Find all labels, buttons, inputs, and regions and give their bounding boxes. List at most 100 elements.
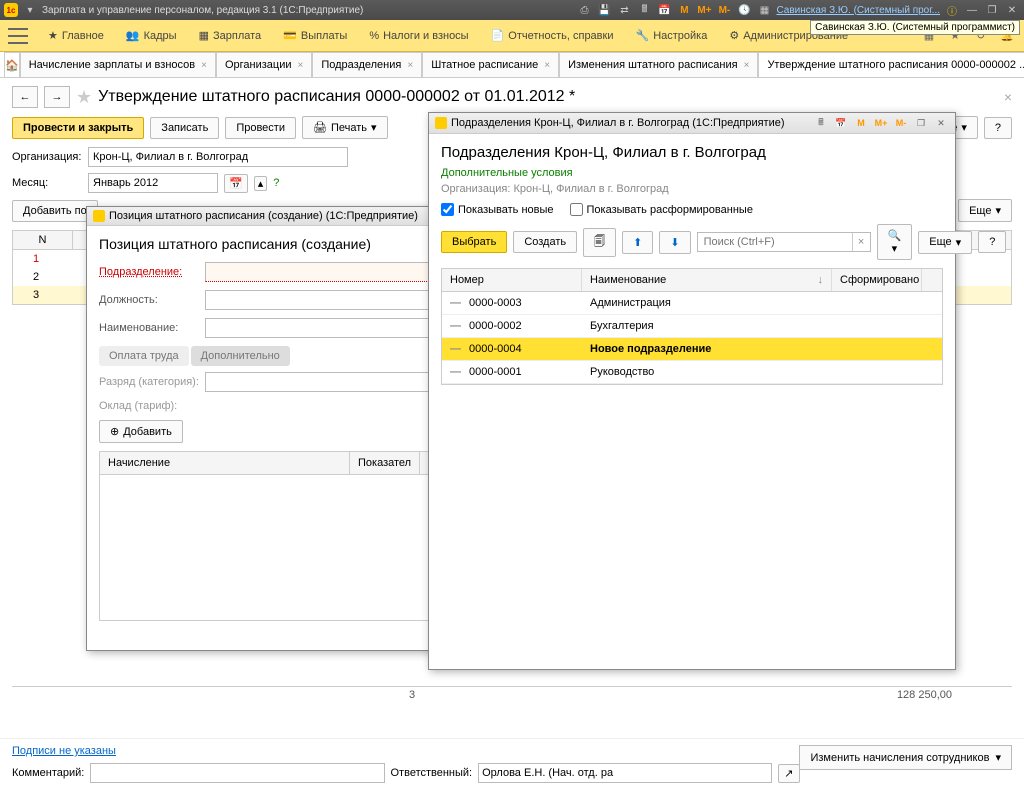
col-name[interactable]: Наименование ↓ <box>582 269 832 291</box>
select-button[interactable]: Выбрать <box>441 231 507 253</box>
menu-zarplata[interactable]: ▦ Зарплата <box>189 25 272 46</box>
rank-label: Разряд (категория): <box>99 376 199 388</box>
modal-close-icon[interactable]: ✕ <box>933 116 949 130</box>
chk-dis-box[interactable] <box>570 203 583 216</box>
tab-5[interactable]: Утверждение штатного расписания 0000-000… <box>758 52 1024 77</box>
search-input[interactable] <box>698 233 852 251</box>
burger-icon[interactable] <box>8 28 28 44</box>
comment-input[interactable] <box>90 763 384 783</box>
comment-label: Комментарий: <box>12 767 84 779</box>
org-input[interactable] <box>88 147 348 167</box>
modal-max-icon[interactable]: ❐ <box>913 116 929 130</box>
tab-3[interactable]: Штатное расписание× <box>422 52 559 77</box>
tab-1[interactable]: Организации× <box>216 52 312 77</box>
help-button[interactable]: ? <box>984 117 1012 139</box>
tab-close-icon[interactable]: × <box>544 60 550 71</box>
tab-close-icon[interactable]: × <box>201 60 207 71</box>
info-icon[interactable]: ⓘ <box>944 2 960 18</box>
tab-4[interactable]: Изменения штатного расписания× <box>559 52 758 77</box>
up-icon[interactable]: ⬆ <box>622 231 653 254</box>
m2p-icon[interactable]: M+ <box>873 116 889 130</box>
chk-new-box[interactable] <box>441 203 454 216</box>
table-row[interactable]: — 0000-0002Бухгалтерия <box>442 315 942 338</box>
chk-new[interactable]: Показывать новые <box>441 203 554 216</box>
tab-close-icon[interactable]: × <box>298 60 304 71</box>
help-link[interactable]: ? <box>273 177 279 189</box>
tab-additional[interactable]: Дополнительно <box>191 346 290 366</box>
user-link[interactable]: Савинская З.Ю. (Системный прог... <box>776 5 940 16</box>
nav-fwd[interactable]: → <box>44 86 70 108</box>
minimize-icon[interactable]: — <box>964 2 980 18</box>
save-icon[interactable]: 💾 <box>596 2 612 18</box>
tab-0[interactable]: Начисление зарплаты и взносов× <box>20 52 216 77</box>
departments-modal: Подразделения Крон-Ц, Филиал в г. Волгог… <box>428 112 956 670</box>
clock-icon[interactable]: 🕓 <box>736 2 752 18</box>
search-button[interactable]: 🔍▾ <box>877 224 913 260</box>
close-icon[interactable]: ✕ <box>1004 2 1020 18</box>
more2-button[interactable]: Еще ▾ <box>958 199 1012 222</box>
refresh-icon[interactable]: 🗐 <box>583 228 616 257</box>
calc2-icon[interactable]: 🖩 <box>813 116 829 130</box>
menu-vyplaty[interactable]: 💳 Выплаты <box>273 25 357 46</box>
table-row[interactable]: — 0000-0004Новое подразделение <box>442 338 942 361</box>
change-accruals-button[interactable]: Изменить начисления сотрудников ▾ <box>799 745 1012 770</box>
print-button[interactable]: 🖨 Печать ▾ <box>302 116 388 139</box>
m-plus-icon[interactable]: M+ <box>696 2 712 18</box>
dept-label: Подразделение: <box>99 266 199 278</box>
calc-icon[interactable]: 🖩 <box>636 2 652 18</box>
maximize-icon[interactable]: ❐ <box>984 2 1000 18</box>
col-formed[interactable]: Сформировано <box>832 269 922 291</box>
post-button[interactable]: Провести <box>225 117 296 139</box>
sign-link[interactable]: Подписи не указаны <box>12 745 116 757</box>
add-position-button[interactable]: Добавить по <box>12 200 98 222</box>
search-clear-icon[interactable]: × <box>852 233 870 251</box>
down-icon[interactable]: ⬇ <box>659 231 690 254</box>
menu-main[interactable]: ★ Главное <box>38 25 114 46</box>
tab-close-icon[interactable]: × <box>744 60 750 71</box>
resp-open-icon[interactable]: ↗ <box>778 764 799 783</box>
modal-logo-icon <box>93 210 105 222</box>
dropdown-icon[interactable]: ▾ <box>22 2 38 18</box>
calendar-button[interactable]: 📅 <box>224 174 248 193</box>
menu-nalogi[interactable]: % Налоги и взносы <box>359 26 478 46</box>
more3-button[interactable]: Еще ▾ <box>918 231 972 254</box>
table-row[interactable]: — 0000-0003Администрация <box>442 292 942 315</box>
month-input[interactable] <box>88 173 218 193</box>
app-title: Зарплата и управление персоналом, редакц… <box>42 5 363 16</box>
chk-dis[interactable]: Показывать расформированные <box>570 203 753 216</box>
print-icon[interactable]: ⎙ <box>576 2 592 18</box>
post-close-button[interactable]: Провести и закрыть <box>12 117 144 139</box>
cal2-icon[interactable]: 📅 <box>833 116 849 130</box>
salary-label: Оклад (тариф): <box>99 400 199 412</box>
m2-icon[interactable]: M <box>853 116 869 130</box>
name-label: Наименование: <box>99 322 199 334</box>
menu-nastroika[interactable]: 🔧 Настройка <box>625 25 717 46</box>
fav-star-icon[interactable]: ★ <box>76 87 92 108</box>
folder-icon: — <box>450 366 461 378</box>
compare-icon[interactable]: ⇄ <box>616 2 632 18</box>
page-close-icon[interactable]: × <box>1004 89 1012 105</box>
tab-close-icon[interactable]: × <box>407 60 413 71</box>
menu-kadry[interactable]: 👥 Кадры <box>116 25 187 46</box>
create-button[interactable]: Создать <box>513 231 577 253</box>
m-minus-icon[interactable]: M- <box>716 2 732 18</box>
m-icon[interactable]: M <box>676 2 692 18</box>
m2m-icon[interactable]: M- <box>893 116 909 130</box>
tab-home[interactable]: 🏠 <box>4 52 20 77</box>
nav-back[interactable]: ← <box>12 86 38 108</box>
help2-button[interactable]: ? <box>978 231 1006 253</box>
modal1-wtitle: Позиция штатного расписания (создание) (… <box>109 210 418 222</box>
conditions-link[interactable]: Дополнительные условия <box>441 167 943 179</box>
resp-input[interactable] <box>478 763 772 783</box>
menu-otchet[interactable]: 📄 Отчетность, справки <box>481 25 624 46</box>
modal-logo-icon <box>435 117 447 129</box>
calendar-icon[interactable]: 📅 <box>656 2 672 18</box>
table-row[interactable]: — 0000-0001Руководство <box>442 361 942 384</box>
tab-2[interactable]: Подразделения× <box>312 52 422 77</box>
month-up[interactable]: ▴ <box>254 176 268 191</box>
col-num[interactable]: Номер <box>442 269 582 291</box>
save-button[interactable]: Записать <box>150 117 219 139</box>
grid-icon[interactable]: ▦ <box>756 2 772 18</box>
add-accrual-button[interactable]: ⊕ Добавить <box>99 420 183 443</box>
tab-pay[interactable]: Оплата труда <box>99 346 189 366</box>
